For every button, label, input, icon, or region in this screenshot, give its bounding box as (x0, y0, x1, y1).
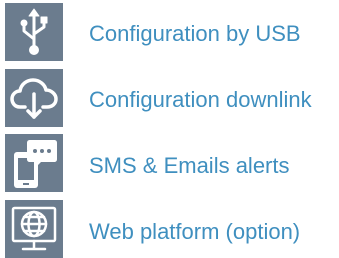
usb-icon (5, 3, 63, 61)
feature-label-sms: SMS & Emails alerts (89, 153, 290, 178)
feature-label-web: Web platform (option) (89, 219, 301, 244)
feature-item-sms: SMS & Emails alerts (0, 134, 339, 198)
phone-message-icon (5, 134, 63, 192)
feature-item-web: Web platform (option) (0, 200, 339, 258)
feature-label-downlink: Configuration downlink (89, 87, 312, 112)
feature-item-usb: Configuration by USB (0, 2, 339, 66)
feature-list: Configuration by USB Configuration downl… (0, 0, 339, 258)
cloud-download-icon (5, 69, 63, 127)
feature-label-usb: Configuration by USB (89, 21, 301, 46)
web-globe-monitor-icon (5, 200, 63, 258)
feature-item-downlink: Configuration downlink (0, 68, 339, 132)
